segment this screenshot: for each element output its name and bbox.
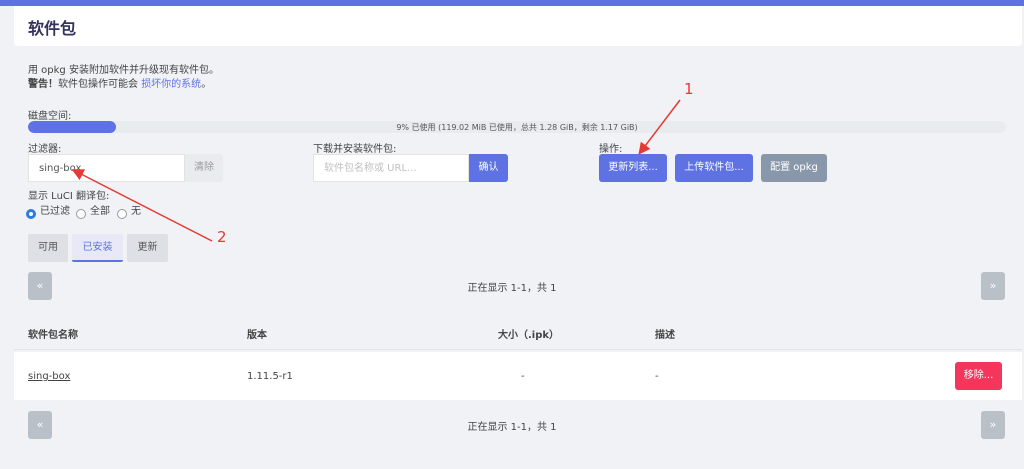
- annotation-label-1: 1: [684, 80, 694, 98]
- annotation-arrows: [71, 99, 681, 242]
- annotation-arrow-1: [638, 99, 681, 155]
- annotation-arrow-2: [71, 169, 213, 242]
- annotation-label-2: 2: [217, 228, 227, 246]
